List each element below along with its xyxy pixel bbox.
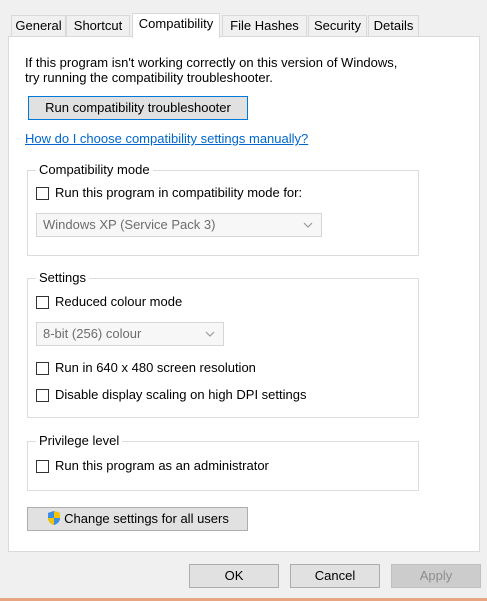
chevron-down-icon (205, 331, 215, 337)
resolution-option[interactable]: Run in 640 x 480 screen resolution (36, 360, 256, 376)
compatibility-mode-option[interactable]: Run this program in compatibility mode f… (36, 185, 302, 201)
tab-file-hashes[interactable]: File Hashes (222, 15, 307, 37)
change-settings-all-users-button[interactable]: Change settings for all users (27, 507, 248, 531)
tab-compatibility[interactable]: Compatibility (132, 13, 220, 38)
ok-button[interactable]: OK (189, 564, 279, 588)
privilege-level-title: Privilege level (36, 433, 123, 449)
chevron-down-icon (303, 222, 313, 228)
intro-line-1: If this program isn't working correctly … (25, 55, 398, 70)
dpi-scaling-checkbox[interactable] (36, 388, 49, 402)
reduced-colour-label: Reduced colour mode (55, 294, 183, 309)
tab-shortcut[interactable]: Shortcut (66, 15, 130, 37)
tab-security[interactable]: Security (308, 15, 367, 37)
reduced-colour-option[interactable]: Reduced colour mode (36, 294, 182, 310)
compatibility-panel: If this program isn't working correctly … (8, 36, 480, 552)
colour-depth-select[interactable]: 8-bit (256) colour (36, 322, 224, 346)
run-as-admin-label: Run this program as an administrator (55, 458, 269, 473)
compatibility-mode-group: Compatibility mode Run this program in c… (27, 162, 419, 256)
settings-title: Settings (36, 270, 89, 286)
help-link[interactable]: How do I choose compatibility settings m… (25, 131, 308, 146)
run-troubleshooter-button[interactable]: Run compatibility troubleshooter (28, 96, 248, 120)
resolution-label: Run in 640 x 480 screen resolution (55, 360, 256, 375)
run-as-admin-checkbox[interactable] (36, 459, 49, 473)
apply-button[interactable]: Apply (391, 564, 481, 588)
intro-text: If this program isn't working correctly … (25, 55, 397, 85)
settings-group: Settings Reduced colour mode 8-bit (256)… (27, 270, 419, 418)
windows-version-value: Windows XP (Service Pack 3) (43, 217, 216, 232)
colour-depth-value: 8-bit (256) colour (43, 326, 142, 341)
compatibility-mode-checkbox[interactable] (36, 186, 49, 200)
dpi-scaling-option[interactable]: Disable display scaling on high DPI sett… (36, 387, 306, 403)
dpi-scaling-label: Disable display scaling on high DPI sett… (55, 387, 307, 402)
tab-general[interactable]: General (11, 15, 66, 37)
compatibility-mode-title: Compatibility mode (36, 162, 153, 178)
resolution-checkbox[interactable] (36, 361, 49, 375)
uac-shield-icon (48, 511, 61, 525)
reduced-colour-checkbox[interactable] (36, 295, 49, 309)
tab-details[interactable]: Details (368, 15, 419, 37)
intro-line-2: try running the compatibility troublesho… (25, 70, 273, 85)
compatibility-mode-label: Run this program in compatibility mode f… (55, 185, 303, 200)
privilege-level-group: Privilege level Run this program as an a… (27, 433, 419, 491)
windows-version-select[interactable]: Windows XP (Service Pack 3) (36, 213, 322, 237)
cancel-button[interactable]: Cancel (290, 564, 380, 588)
run-as-admin-option[interactable]: Run this program as an administrator (36, 458, 269, 474)
change-settings-label: Change settings for all users (64, 511, 229, 526)
